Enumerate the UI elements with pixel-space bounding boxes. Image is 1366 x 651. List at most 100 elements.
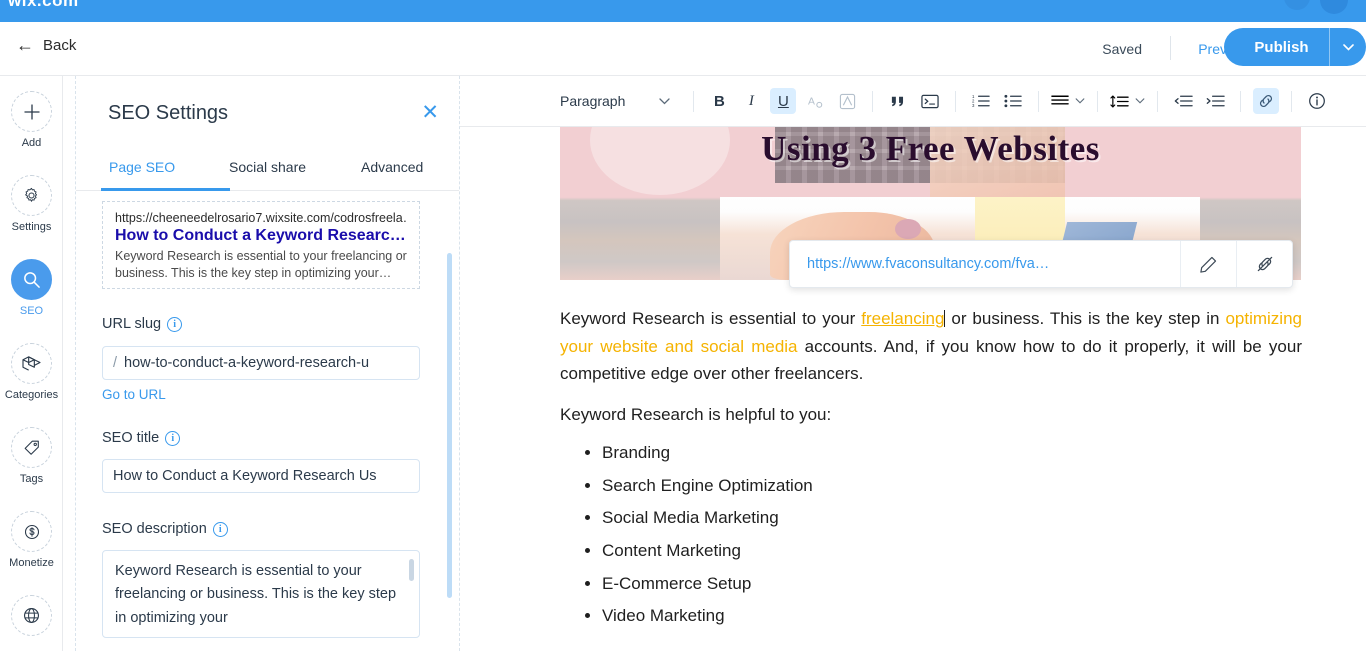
paragraph-style-label: Paragraph [560,93,626,109]
url-slug-label: URL slug i [102,316,183,332]
info-icon[interactable] [1304,88,1330,114]
blockquote-icon[interactable] [885,88,911,114]
bulleted-list-icon[interactable] [1000,88,1026,114]
go-to-url-link[interactable]: Go to URL [102,387,166,402]
back-arrow-icon: ← [16,35,34,55]
search-icon [11,259,52,300]
toolbar-divider [1291,90,1293,112]
toolbar-divider [693,90,695,112]
seo-description-textarea[interactable]: Keyword Research is essential to your fr… [102,550,420,638]
link-url-text[interactable]: https://www.fvaconsultancy.com/fva… [790,256,1180,272]
sidebar-label-seo: SEO [19,305,44,317]
paragraph-part-1: Keyword Research is essential to your [560,309,862,328]
post-subheading[interactable]: Keyword Research is helpful to you: [560,405,831,425]
close-icon[interactable]: ✕ [421,102,439,123]
text-align-icon [1051,94,1070,108]
list-item[interactable]: Branding [602,439,813,466]
chevron-down-icon [659,97,671,105]
seo-title-input[interactable]: How to Conduct a Keyword Research Us [102,459,420,493]
preview-description: Keyword Research is essential to your fr… [115,249,407,280]
list-item[interactable]: Content Marketing [602,537,813,564]
text-align-dropdown[interactable] [1051,94,1085,108]
seo-title-value: How to Conduct a Keyword Research Us [113,468,377,484]
panel-title: SEO Settings [108,102,229,124]
info-icon[interactable]: i [167,316,183,332]
user-avatar[interactable] [1320,0,1348,14]
line-spacing-dropdown[interactable] [1110,94,1145,109]
sidebar-item-globe[interactable] [0,595,63,641]
line-spacing-icon [1110,94,1130,109]
list-item[interactable]: Search Engine Optimization [602,472,813,499]
info-icon[interactable]: i [165,430,181,446]
panel-scrollbar[interactable] [447,253,452,598]
paragraph-part-2: or business. This is the key step in [945,309,1226,328]
seo-settings-panel: SEO Settings ✕ Page SEO Social share Adv… [75,76,460,651]
sidebar-label-monetize: Monetize [9,557,54,569]
post-paragraph[interactable]: Keyword Research is essential to your fr… [560,305,1302,388]
freelancing-link[interactable]: freelancing [861,309,944,328]
toolbar-divider [1038,90,1040,112]
info-icon[interactable]: i [212,521,228,537]
highlight-icon[interactable] [834,88,860,114]
pencil-icon[interactable] [1181,241,1236,287]
notifications-avatar[interactable] [1284,0,1310,10]
textarea-scrollbar[interactable] [409,559,414,581]
sidebar-item-tags[interactable]: Tags [0,427,63,485]
link-icon[interactable] [1253,88,1280,114]
seo-title-label: SEO title i [102,430,181,446]
svg-text:3: 3 [972,103,975,108]
url-slug-input[interactable]: / how-to-conduct-a-keyword-research-u [102,346,420,380]
post-bulleted-list[interactable]: Branding Search Engine Optimization Soci… [578,439,813,635]
text-color-icon[interactable]: A [802,88,828,114]
list-item[interactable]: E-Commerce Setup [602,570,813,597]
preview-title: How to Conduct a Keyword Researc… [115,227,406,244]
toolbar-divider [1097,90,1099,112]
list-item[interactable]: Video Marketing [602,602,813,629]
editor-toolbar: Paragraph B I U A 123 [460,76,1366,127]
toolbar-divider [1157,90,1159,112]
sidebar-item-monetize[interactable]: Monetize [0,511,63,569]
toolbar-divider [955,90,957,112]
toolbar-divider [872,90,874,112]
panel-tabs: Page SEO Social share Advanced [76,159,459,189]
seo-description-value: Keyword Research is essential to your fr… [115,563,397,626]
blog-post-editor: Paragraph B I U A 123 Using 3 Free Websi… [460,76,1366,651]
toolbar-divider [1240,90,1242,112]
paragraph-style-dropdown[interactable]: Paragraph [560,93,671,109]
search-result-preview: https://cheeneedelrosario7.wixsite.com/c… [102,201,420,289]
sidebar-item-seo[interactable]: SEO [0,259,63,317]
banner-nail [895,219,921,239]
ordered-list-icon[interactable]: 123 [968,88,994,114]
bold-icon[interactable]: B [706,88,732,114]
underline-icon[interactable]: U [770,88,797,114]
unlink-icon[interactable] [1237,241,1292,287]
chevron-down-icon[interactable] [1330,43,1366,51]
active-tab-indicator [101,188,230,191]
url-slug-value: how-to-conduct-a-keyword-research-u [124,355,370,371]
increase-indent-icon[interactable] [1202,88,1228,114]
svg-text:A: A [808,96,815,107]
sidebar-item-add[interactable]: Add [0,91,63,149]
left-icon-rail: Add Settings SEO Categories Tags Monetiz… [0,76,63,651]
link-editor-popup: https://www.fvaconsultancy.com/fva… [789,240,1293,288]
code-block-icon[interactable] [917,88,943,114]
seo-description-label-text: SEO description [102,521,207,537]
sidebar-label-tags: Tags [19,473,44,485]
back-button[interactable]: ← Back [16,36,76,54]
sidebar-item-settings[interactable]: Settings [0,175,63,233]
seo-title-label-text: SEO title [102,430,160,446]
sidebar-label-settings: Settings [11,221,52,233]
sidebar-item-categories[interactable]: Categories [0,343,63,401]
publish-button[interactable]: Publish [1224,28,1366,66]
tab-advanced[interactable]: Advanced [361,159,423,175]
tab-social-share[interactable]: Social share [229,159,306,175]
italic-icon[interactable]: I [738,88,764,114]
saved-status: Saved [1102,41,1142,57]
header-divider [1170,36,1171,60]
url-slug-label-text: URL slug [102,316,162,332]
decrease-indent-icon[interactable] [1170,88,1196,114]
slug-prefix: / [113,355,118,371]
list-item[interactable]: Social Media Marketing [602,504,813,531]
banner-heading-text: Using 3 Free Websites [761,129,1100,168]
tab-page-seo[interactable]: Page SEO [109,159,175,175]
